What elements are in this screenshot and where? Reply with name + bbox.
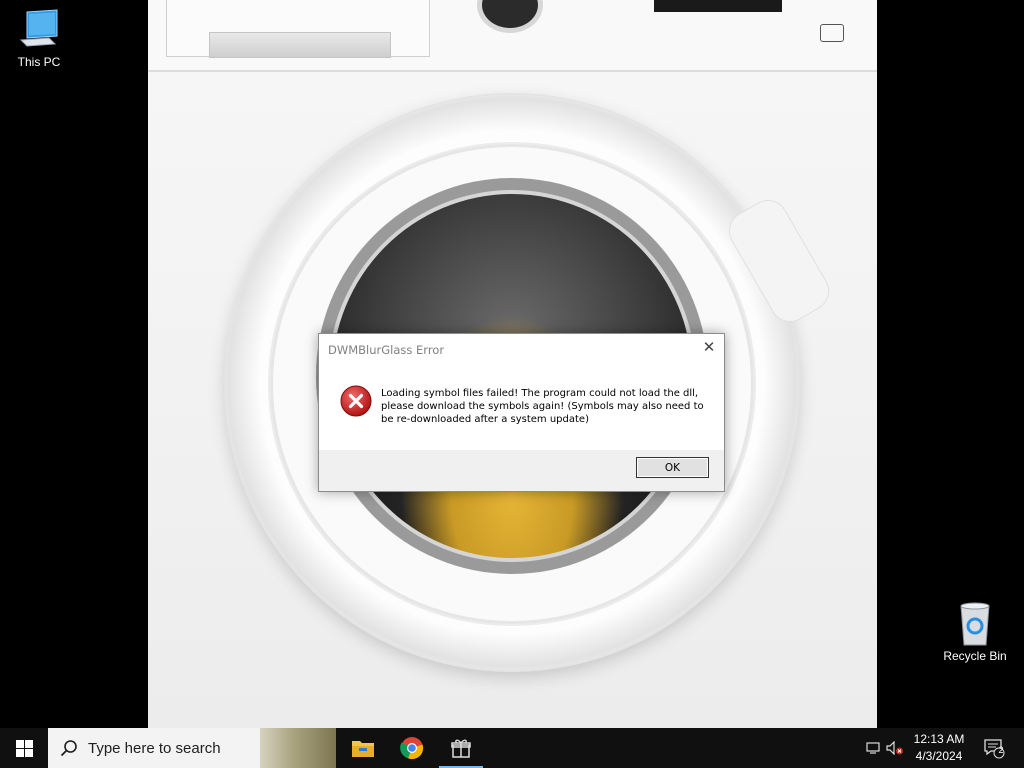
notification-count-badge: 2 <box>998 745 1004 755</box>
taskbar: Type here to search 12:13 AM 4/3/2024 2 <box>0 728 1024 768</box>
error-dialog: DWMBlurGlass Error ✕ Loading symbol file… <box>318 333 725 492</box>
clock-date: 4/3/2024 <box>915 749 963 763</box>
action-center-button[interactable]: 2 <box>976 728 1012 768</box>
dialog-message: Loading symbol files failed! The program… <box>381 388 704 425</box>
machine-button <box>820 24 844 42</box>
desktop-icon-this-pc[interactable]: This PC <box>3 8 75 69</box>
close-icon[interactable]: ✕ <box>695 335 723 359</box>
volume-muted-icon[interactable] <box>884 728 906 768</box>
dialog-footer: OK <box>319 450 724 491</box>
taskbar-app-file-explorer[interactable] <box>339 728 387 768</box>
error-icon <box>340 385 372 417</box>
search-placeholder: Type here to search <box>88 739 221 757</box>
chrome-icon <box>400 737 424 760</box>
taskbar-app-gift[interactable] <box>437 728 485 768</box>
clock-time: 12:13 AM <box>913 732 965 746</box>
program-dial <box>482 0 538 28</box>
search-icon <box>60 740 77 757</box>
dialog-title: DWMBlurGlass Error <box>328 343 445 357</box>
ok-button[interactable]: OK <box>636 457 709 478</box>
desktop-icon-recycle-bin[interactable]: Recycle Bin <box>939 602 1011 663</box>
machine-display <box>654 0 782 12</box>
dialog-body: Loading symbol files failed! The program… <box>319 364 724 450</box>
recycle-bin-icon <box>951 602 999 646</box>
gift-icon <box>451 739 471 758</box>
taskbar-app-chrome[interactable] <box>388 728 436 768</box>
this-pc-icon <box>15 8 63 52</box>
taskbar-search-box[interactable]: Type here to search <box>48 728 336 768</box>
desktop-icon-label: Recycle Bin <box>943 649 1007 663</box>
folder-icon <box>352 741 374 757</box>
taskbar-clock[interactable]: 12:13 AM 4/3/2024 <box>905 731 973 765</box>
washing-machine-control-panel <box>148 0 877 72</box>
desktop-icon-label: This PC <box>17 55 61 69</box>
network-icon[interactable] <box>864 728 882 768</box>
detergent-drawer <box>166 0 430 58</box>
drawer-handle <box>209 32 391 58</box>
windows-logo-icon <box>15 739 33 757</box>
search-highlight-image <box>260 728 336 768</box>
start-button[interactable] <box>0 728 48 768</box>
